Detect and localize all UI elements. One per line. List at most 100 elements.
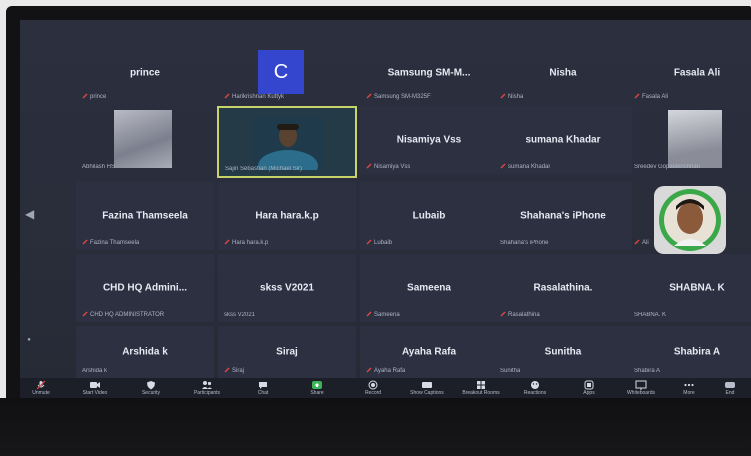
participant-sub-label: Fazina Thamseela <box>82 239 139 246</box>
participant-sub-label: Sameena <box>366 311 400 318</box>
participant-tile[interactable]: Sunitha Sunitha <box>494 326 632 378</box>
participant-tile[interactable]: CHD HQ Admini... CHD HQ ADMINISTRATOR <box>76 254 214 322</box>
participant-name: skss V2021 <box>260 282 314 294</box>
shield-icon <box>147 381 155 390</box>
share-icon <box>312 381 322 389</box>
participant-name: sumana Khadar <box>525 134 601 146</box>
participant-sub-label: Abhilash HS <box>82 164 116 170</box>
prev-page-arrow[interactable]: ◀ <box>25 206 34 222</box>
participant-name: Nisha <box>549 67 577 79</box>
participant-name: Rasalathina. <box>533 282 593 294</box>
participant-name: CHD HQ Admini... <box>102 282 188 294</box>
participant-tile[interactable]: Abhilash HS <box>76 106 214 174</box>
participant-name: Fazina Thamseela <box>102 210 188 222</box>
participant-tile[interactable]: skss V2021 skss V2021 <box>218 254 356 322</box>
participant-name: Fasala Ali <box>673 67 721 79</box>
participant-sub-label: Sajin Sebastian (Michael Sir) <box>225 166 303 172</box>
participant-name: prince <box>129 67 160 79</box>
participant-tile[interactable]: Hara hara.k.p Hara hara.k.p <box>218 182 356 250</box>
participant-sub-label: Sreedev Gopalakrishnan <box>634 164 701 170</box>
participant-tile[interactable]: Arshida k Arshida k <box>76 326 214 378</box>
participant-video-frame <box>114 110 172 168</box>
participant-name: Nisamiya Vss <box>396 134 462 146</box>
participant-tile[interactable]: Nisamiya Vss Nisamiya Vss <box>360 106 498 174</box>
participant-name: Shahana's iPhone <box>520 210 606 222</box>
mic-muted-icon <box>500 93 506 99</box>
participant-name: Hara hara.k.p <box>255 210 319 222</box>
mic-muted-icon <box>634 239 640 245</box>
mic-muted-icon <box>224 239 230 245</box>
participant-name: Samsung SM-M... <box>387 67 471 79</box>
participant-sub-label: Rasalathina <box>500 311 540 318</box>
monitor-bezel <box>0 398 751 456</box>
record-icon <box>368 380 378 390</box>
participant-tile[interactable]: Fazina Thamseela Fazina Thamseela <box>76 182 214 250</box>
video-icon <box>90 382 100 388</box>
participant-tile[interactable]: Shabira A Shabira A <box>628 326 751 378</box>
zoom-meeting-window: ◀ ● prince prince C Harikrishnan Kuttyk … <box>20 20 751 404</box>
participant-sub-label: Hara hara.k.p <box>224 239 268 246</box>
participant-sub-label: Nisha <box>500 93 523 100</box>
participant-tile[interactable]: Fasala Ali Fasala Ali <box>628 42 751 104</box>
participant-sub-label: CHD HQ ADMINISTRATOR <box>82 311 164 318</box>
participant-video-frame <box>668 110 722 168</box>
participant-profile-photo <box>654 186 726 254</box>
mic-muted-icon <box>500 163 506 169</box>
participant-video-frame <box>253 116 323 170</box>
participant-tile[interactable]: Ayaha Rafa Ayaha Rafa <box>360 326 498 378</box>
participant-tile[interactable]: sumana Khadar sumana Khadar <box>494 106 632 174</box>
participant-sub-label: Arshida k <box>82 368 108 374</box>
mic-muted-icon <box>82 311 88 317</box>
mic-muted-icon <box>634 93 640 99</box>
mic-icon <box>36 380 46 390</box>
participant-tile[interactable]: Nisha Nisha <box>494 42 632 104</box>
participant-tile[interactable]: Siraj Siraj <box>218 326 356 378</box>
participant-tile[interactable]: Sreedev Gopalakrishnan <box>628 106 751 174</box>
mic-muted-icon <box>82 93 88 99</box>
participant-name: Siraj <box>276 346 298 358</box>
breakout-icon <box>477 381 485 389</box>
participant-tile[interactable]: prince prince <box>76 42 214 104</box>
participant-sub-label: Siraj <box>224 367 244 374</box>
mic-muted-icon <box>500 311 506 317</box>
participant-sub-label: Lubaib <box>366 239 392 246</box>
participant-sub-label: Nisamiya Vss <box>366 163 410 170</box>
participant-sub-label: Ayaha Rafa <box>366 367 405 374</box>
participant-sub-label: SHABNA. K <box>634 312 667 318</box>
participant-tile[interactable]: Lubaib Lubaib <box>360 182 498 250</box>
participant-name: Lubaib <box>412 210 446 222</box>
participant-tile[interactable]: C Harikrishnan Kuttyk <box>218 42 356 104</box>
participant-sub-label: Shabira A <box>634 368 661 374</box>
mic-muted-icon <box>366 93 372 99</box>
mic-muted-icon <box>366 311 372 317</box>
mic-muted-icon <box>366 163 372 169</box>
participant-tile[interactable]: SHABNA. K SHABNA. K <box>628 254 751 322</box>
mic-muted-icon <box>366 239 372 245</box>
participant-tile-active-speaker[interactable]: Sajin Sebastian (Michael Sir) <box>217 106 357 178</box>
participant-sub-label: Sunitha <box>500 368 521 374</box>
participant-tile[interactable]: Samsung SM-M... Samsung SM-M325F <box>360 42 498 104</box>
mic-muted-icon <box>224 93 230 99</box>
participant-sub-label: skss V2021 <box>224 312 256 318</box>
participant-tile[interactable]: Rasalathina. Rasalathina <box>494 254 632 322</box>
participant-tile[interactable]: Sameena Sameena <box>360 254 498 322</box>
whiteboard-icon <box>635 380 647 390</box>
participant-name: Shabira A <box>673 346 721 358</box>
participant-tile[interactable]: Ali <box>628 182 751 254</box>
participant-name: Sunitha <box>544 346 582 358</box>
participant-sub-label: Harikrishnan Kuttyk <box>224 93 284 100</box>
participant-sub-label: prince <box>82 93 106 100</box>
mic-muted-icon <box>224 367 230 373</box>
chat-icon <box>259 382 267 389</box>
participant-name: Arshida k <box>122 346 168 358</box>
participant-tile[interactable]: Shahana's iPhone Shahana's iPhone <box>494 182 632 250</box>
avatar-letter: C <box>258 50 304 94</box>
monitor-frame: ◀ ● prince prince C Harikrishnan Kuttyk … <box>6 6 751 456</box>
end-icon <box>725 382 735 388</box>
participant-sub-label: Samsung SM-M325F <box>366 93 431 100</box>
more-icon <box>684 383 694 387</box>
mic-muted-icon <box>366 367 372 373</box>
participant-sub-label: Fasala Ali <box>634 93 668 100</box>
page-dot-indicator: ● <box>27 337 31 343</box>
participant-sub-label: Ali <box>634 239 649 246</box>
